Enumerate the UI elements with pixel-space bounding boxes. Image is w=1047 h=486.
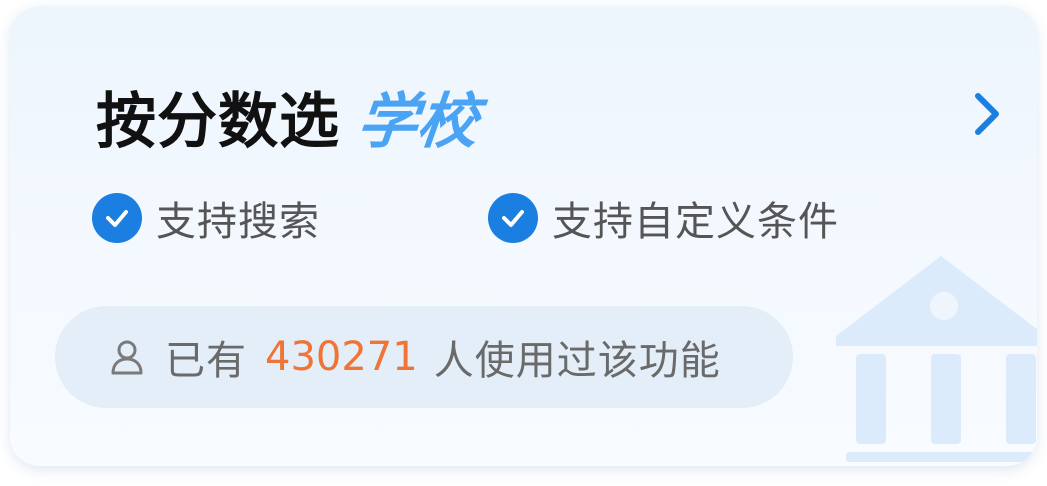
user-icon xyxy=(107,337,147,377)
feature-custom-conditions: 支持自定义条件 xyxy=(488,190,839,246)
usage-stats: 已有 430271 人使用过该功能 xyxy=(55,306,793,408)
title-accent-text: 学校 xyxy=(353,86,482,157)
usage-suffix: 人使用过该功能 xyxy=(433,338,721,384)
card-title: 按分数选 学校 xyxy=(96,76,481,157)
school-building-icon xyxy=(836,256,1037,462)
chevron-right-icon xyxy=(975,93,999,135)
usage-prefix: 已有 xyxy=(165,338,247,384)
usage-count: 430271 xyxy=(265,334,418,380)
check-circle-icon xyxy=(92,193,142,243)
title-main-text: 按分数选 xyxy=(96,86,340,157)
open-arrow-button[interactable] xyxy=(965,84,1009,144)
check-circle-icon xyxy=(488,193,538,243)
score-school-card[interactable]: 按分数选 学校 支持搜索 支持自定义条件 已有 430271 人使用过该功能 xyxy=(10,6,1037,466)
feature-label: 支持自定义条件 xyxy=(552,199,839,245)
feature-search: 支持搜索 xyxy=(92,190,320,246)
feature-label: 支持搜索 xyxy=(156,199,320,245)
